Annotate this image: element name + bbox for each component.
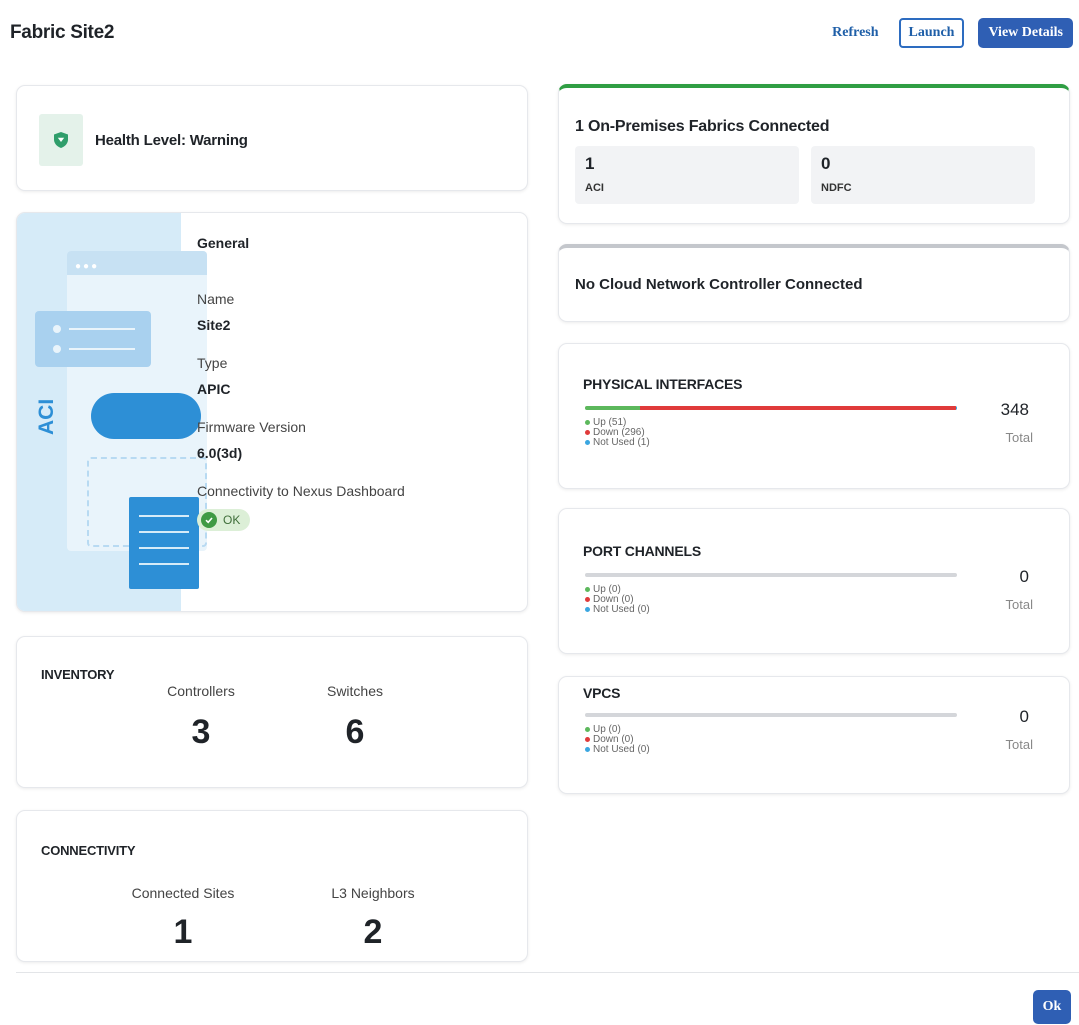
port-channels-total-label: Total xyxy=(1005,597,1033,612)
ndfc-label: NDFC xyxy=(821,182,852,194)
switches-value: 6 xyxy=(345,713,365,751)
port-channels-bar xyxy=(585,573,957,577)
type-value: APIC xyxy=(197,381,231,397)
l3-neighbors-label: L3 Neighbors xyxy=(331,885,415,901)
vpcs-card: VPCS Up (0) Down (0) Not Used (0) 0 Tota… xyxy=(558,676,1070,794)
health-level-text: Health Level: Warning xyxy=(95,132,248,149)
bar-segment-up xyxy=(585,406,640,410)
aci-illustration: ●●● ACI xyxy=(17,213,207,611)
on-premises-card: 1 On-Premises Fabrics Connected 1 ACI 0 … xyxy=(558,84,1070,224)
vpcs-legend: Up (0) Down (0) Not Used (0) xyxy=(585,725,650,755)
check-icon xyxy=(201,512,217,528)
cloud-controller-title: No Cloud Network Controller Connected xyxy=(575,276,863,293)
status-badge-text: OK xyxy=(223,513,241,527)
bar-segment-down xyxy=(639,406,956,410)
firmware-value: 6.0(3d) xyxy=(197,445,243,461)
inventory-card: INVENTORY Controllers 3 Switches 6 xyxy=(16,636,528,788)
inventory-title: INVENTORY xyxy=(41,667,115,682)
connected-sites-value: 1 xyxy=(173,913,193,951)
connected-sites-label: Connected Sites xyxy=(131,885,235,901)
general-card: ●●● ACI General Name Site2 Type APIC Fir… xyxy=(16,212,528,612)
port-channels-total: 0 xyxy=(1019,567,1029,586)
vpcs-title: VPCS xyxy=(583,685,621,701)
switches-label: Switches xyxy=(326,683,384,699)
aci-count: 1 xyxy=(585,154,595,173)
physical-interfaces-title: PHYSICAL INTERFACES xyxy=(583,376,743,392)
firmware-label: Firmware Version xyxy=(197,419,306,435)
controllers-label: Controllers xyxy=(167,683,235,699)
physical-interfaces-total: 348 xyxy=(1000,400,1029,419)
shield-icon xyxy=(39,114,83,166)
bar-segment-not-used xyxy=(955,406,957,410)
footer-divider xyxy=(16,972,1079,973)
name-value: Site2 xyxy=(197,317,231,333)
vpcs-bar xyxy=(585,713,957,717)
physical-interfaces-card: PHYSICAL INTERFACES Up (51) Down (296) N… xyxy=(558,343,1070,489)
type-label: Type xyxy=(197,355,228,371)
illustration-document xyxy=(129,497,199,589)
ndfc-count: 0 xyxy=(821,154,831,173)
legend-not-used: Not Used (0) xyxy=(593,604,650,615)
refresh-button[interactable]: Refresh xyxy=(826,21,884,45)
illustration-dots: ●●● xyxy=(75,261,100,272)
port-channels-title: PORT CHANNELS xyxy=(583,543,701,559)
controllers-value: 3 xyxy=(191,713,211,751)
legend-not-used: Not Used (0) xyxy=(593,744,650,755)
cloud-controller-card: No Cloud Network Controller Connected xyxy=(558,244,1070,322)
vpcs-total-label: Total xyxy=(1005,737,1033,752)
ndfc-tile: 0 NDFC xyxy=(811,146,1035,204)
connectivity-card: CONNECTIVITY Connected Sites 1 L3 Neighb… xyxy=(16,810,528,962)
header-actions: Refresh Launch View Details xyxy=(826,18,1073,48)
aci-label: ACI xyxy=(35,398,58,435)
ok-button[interactable]: Ok xyxy=(1033,990,1071,1024)
view-details-button[interactable]: View Details xyxy=(978,18,1073,48)
general-title: General xyxy=(197,235,250,251)
connectivity-title: CONNECTIVITY xyxy=(41,843,136,858)
legend-not-used: Not Used (1) xyxy=(593,437,650,448)
illustration-pill xyxy=(91,393,201,439)
aci-label: ACI xyxy=(585,182,604,194)
port-channels-legend: Up (0) Down (0) Not Used (0) xyxy=(585,585,650,615)
page-title: Fabric Site2 xyxy=(10,22,115,43)
status-badge: OK xyxy=(197,509,251,531)
illustration-list-card xyxy=(35,311,151,367)
launch-button[interactable]: Launch xyxy=(898,18,965,48)
aci-tile: 1 ACI xyxy=(575,146,799,204)
general-details: General Name Site2 Type APIC Firmware Ve… xyxy=(197,235,517,531)
name-label: Name xyxy=(197,291,235,307)
connectivity-label: Connectivity to Nexus Dashboard xyxy=(197,483,405,499)
port-channels-card: PORT CHANNELS Up (0) Down (0) Not Used (… xyxy=(558,508,1070,654)
on-premises-title: 1 On-Premises Fabrics Connected xyxy=(575,118,830,135)
vpcs-total: 0 xyxy=(1019,707,1029,726)
l3-neighbors-value: 2 xyxy=(363,913,383,951)
physical-interfaces-legend: Up (51) Down (296) Not Used (1) xyxy=(585,418,650,448)
health-card: Health Level: Warning xyxy=(16,85,528,191)
physical-interfaces-total-label: Total xyxy=(1005,430,1033,445)
physical-interfaces-bar xyxy=(585,406,957,410)
